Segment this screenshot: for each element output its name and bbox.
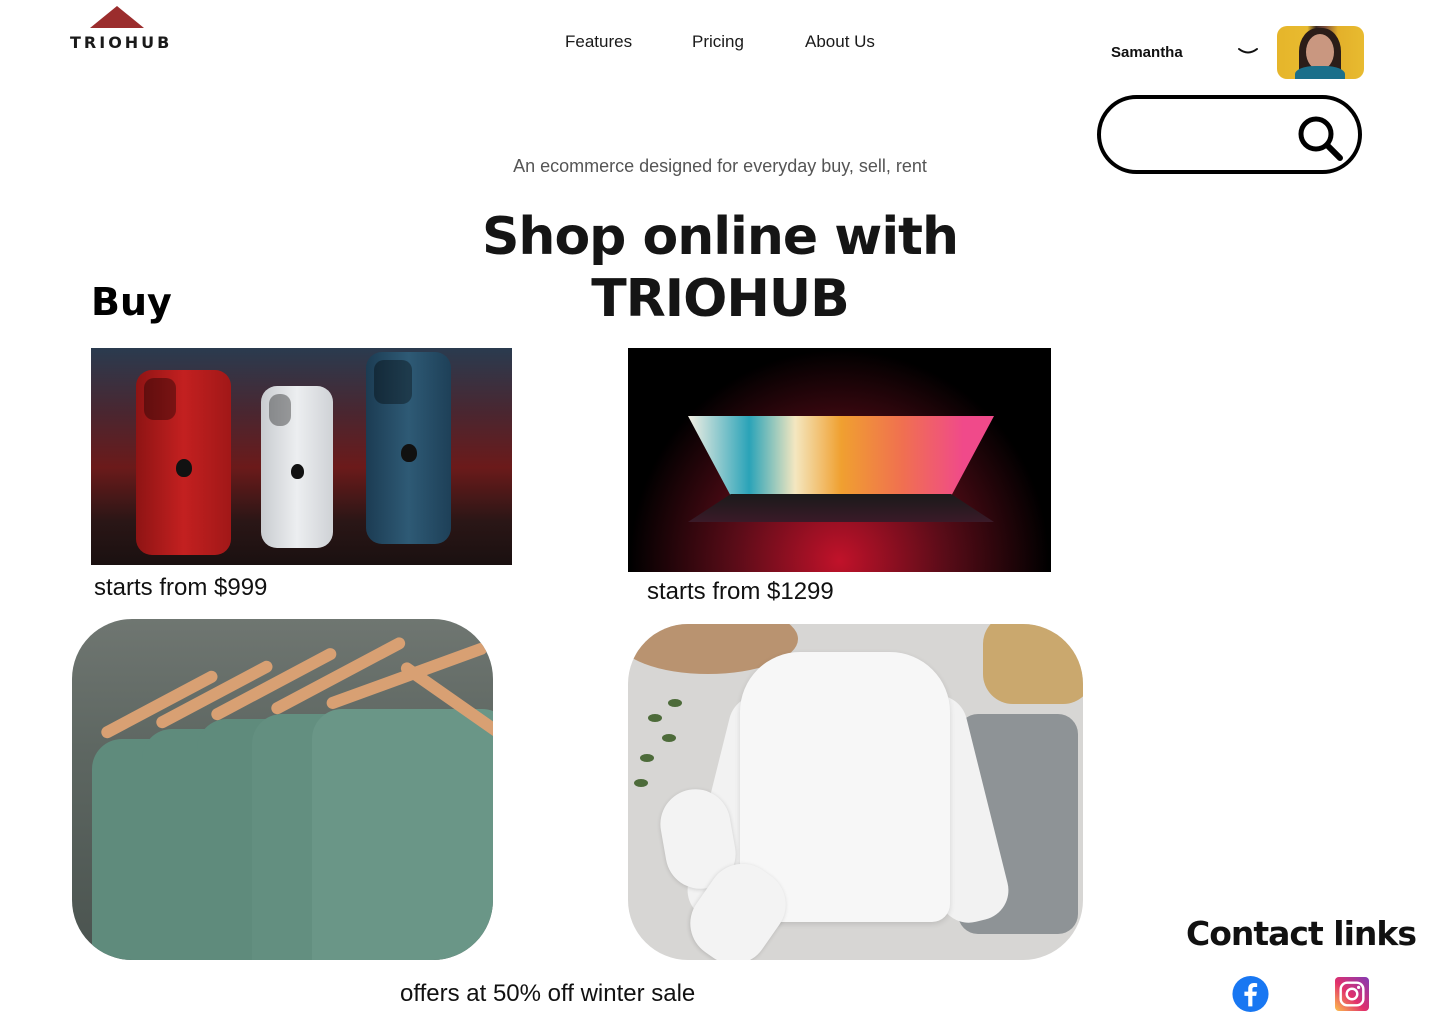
- product-image-sweatshirt[interactable]: [628, 624, 1083, 960]
- section-title-buy: Buy: [91, 280, 172, 324]
- contact-title: Contact links: [1186, 914, 1417, 953]
- user-name: Samantha: [1111, 44, 1183, 61]
- hero-title: Shop online with TRIOHUB: [481, 207, 959, 329]
- product-price-phones: starts from $999: [94, 574, 268, 601]
- search-input[interactable]: [1125, 117, 1299, 155]
- instagram-icon[interactable]: [1334, 977, 1370, 1011]
- brand-name: TRIOHUB: [70, 33, 173, 52]
- nav-features-link[interactable]: Features: [565, 32, 632, 52]
- nav-about-link[interactable]: About Us: [805, 32, 875, 52]
- logo-roof-icon: [90, 6, 144, 28]
- product-image-phones[interactable]: [91, 348, 512, 565]
- chevron-down-icon[interactable]: [1236, 42, 1260, 62]
- product-image-laptop[interactable]: [628, 348, 1051, 572]
- nav-pricing-link[interactable]: Pricing: [692, 32, 744, 52]
- avatar[interactable]: [1277, 26, 1364, 79]
- product-image-tshirts[interactable]: [72, 619, 493, 960]
- hero-tagline: An ecommerce designed for everyday buy, …: [513, 156, 927, 176]
- facebook-icon[interactable]: [1230, 975, 1271, 1013]
- brand-logo[interactable]: TRIOHUB: [70, 6, 170, 56]
- sale-offer-text: offers at 50% off winter sale: [400, 980, 696, 1007]
- product-price-laptop: starts from $1299: [647, 578, 834, 605]
